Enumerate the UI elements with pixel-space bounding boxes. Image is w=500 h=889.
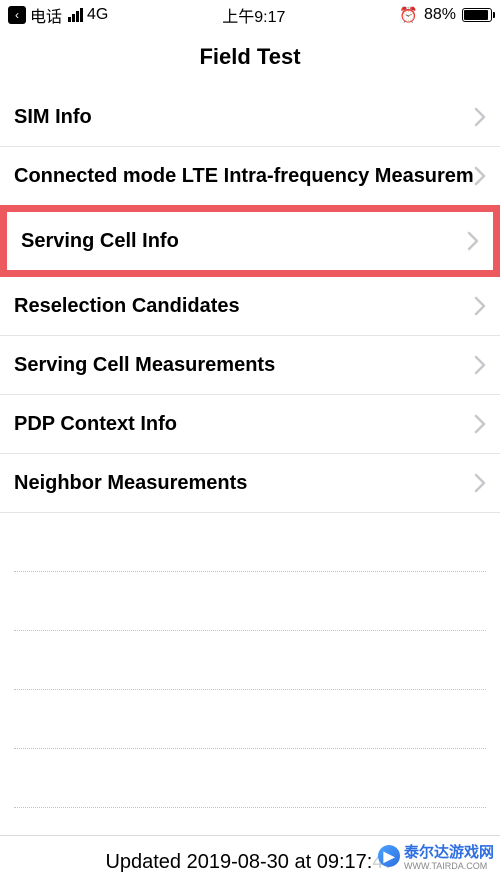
watermark-subtext: WWW.TAIRDA.COM [404,862,494,871]
page-title: Field Test [0,30,500,88]
menu-item-reselection-candidates[interactable]: Reselection Candidates [0,277,500,336]
chevron-right-icon [474,166,486,186]
signal-strength-icon [68,8,83,22]
back-to-app-icon[interactable]: ‹ [8,6,26,24]
menu-item-label: Connected mode LTE Intra-frequency Measu… [14,165,474,188]
empty-row [14,631,486,690]
status-left: ‹ 电话 4G [8,3,108,27]
menu-item-label: PDP Context Info [14,413,177,436]
battery-icon [462,8,492,22]
battery-percent-label: 88% [424,6,456,24]
menu-item-neighbor-measurements[interactable]: Neighbor Measurements [0,454,500,513]
footer-updated-text: Updated 2019-08-30 at 09:17:47 [105,851,394,874]
chevron-right-icon [474,355,486,375]
status-time: 上午9:17 [222,3,285,27]
alarm-icon: ⏰ [399,6,418,24]
watermark-play-icon: ▶ [378,845,400,867]
empty-row [14,690,486,749]
chevron-right-icon [467,231,479,251]
menu-item-label: Reselection Candidates [14,295,240,318]
status-right: ⏰ 88% [399,6,492,24]
watermark: ▶ 泰尔达游戏网 WWW.TAIRDA.COM [372,837,500,875]
menu-list: SIM Info Connected mode LTE Intra-freque… [0,88,500,808]
menu-item-label: Serving Cell Measurements [14,354,275,377]
menu-item-connected-mode[interactable]: Connected mode LTE Intra-frequency Measu… [0,147,500,206]
highlighted-menu-item: Serving Cell Info [0,205,500,277]
menu-item-label: Serving Cell Info [21,230,179,253]
carrier-label: 电话 [30,3,62,27]
chevron-right-icon [474,414,486,434]
empty-row [14,513,486,572]
chevron-right-icon [474,296,486,316]
empty-row [14,749,486,808]
empty-row [14,572,486,631]
chevron-right-icon [474,473,486,493]
menu-item-sim-info[interactable]: SIM Info [0,88,500,147]
menu-item-serving-cell-info[interactable]: Serving Cell Info [7,212,493,270]
menu-item-serving-cell-measurements[interactable]: Serving Cell Measurements [0,336,500,395]
watermark-text: 泰尔达游戏网 [404,844,494,861]
chevron-right-icon [474,107,486,127]
menu-item-label: Neighbor Measurements [14,472,247,495]
status-bar: ‹ 电话 4G 上午9:17 ⏰ 88% [0,0,500,30]
network-type-label: 4G [87,6,108,24]
menu-item-pdp-context-info[interactable]: PDP Context Info [0,395,500,454]
menu-item-label: SIM Info [14,106,92,129]
